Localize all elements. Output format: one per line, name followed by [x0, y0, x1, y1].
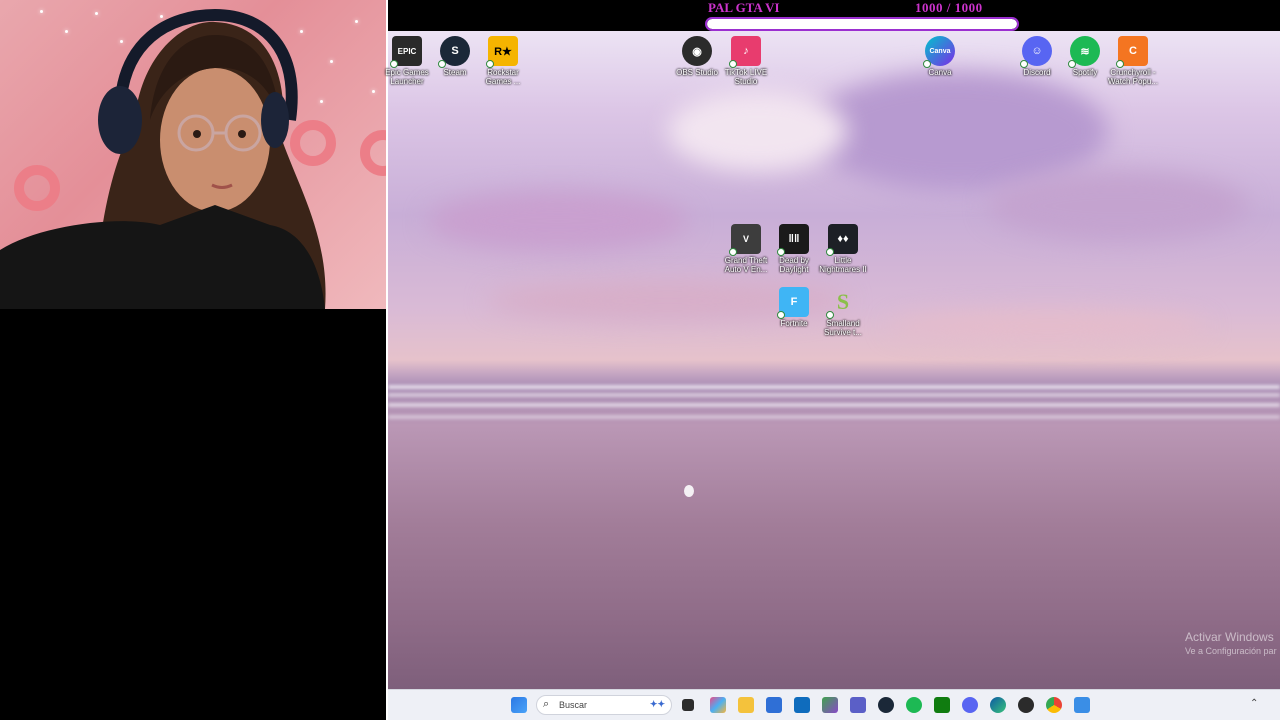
gta-v-icon: V	[729, 224, 761, 256]
spotify-taskbar-icon[interactable]	[906, 697, 922, 713]
desktop-icon-steam[interactable]: S Steam	[429, 36, 481, 77]
discord-taskbar-icon[interactable]	[962, 697, 978, 713]
steam-taskbar-icon[interactable]	[878, 697, 894, 713]
discord-icon: ☺	[1020, 36, 1052, 68]
taskbar: ⌕ Buscar ✦✦ ⌃	[388, 689, 1280, 720]
desktop-icon-crunchyroll[interactable]: C Crunchyroll - Watch Popu...	[1107, 36, 1159, 86]
task-view-icon[interactable]	[682, 699, 694, 711]
goal-title: PAL GTA VI	[708, 0, 780, 15]
spotify-icon: ≋	[1068, 36, 1100, 68]
goal-progress-fill	[707, 19, 1017, 29]
desktop-icon-smalland[interactable]: S Smalland Survive t...	[817, 287, 869, 337]
smalland-icon: S	[826, 287, 858, 319]
desktop-icon-rockstar[interactable]: R★ Rockstar Games ...	[477, 36, 529, 86]
teams-icon[interactable]	[850, 697, 866, 713]
copilot-icon[interactable]	[710, 697, 726, 713]
crunchyroll-icon: C	[1116, 36, 1148, 68]
chevron-up-icon[interactable]: ⌃	[1250, 698, 1258, 709]
outlook-icon[interactable]	[794, 697, 810, 713]
activate-windows-watermark: Activar Windows Ve a Configuración par	[1185, 630, 1277, 656]
webcam-overlay	[0, 0, 387, 309]
desktop-icon-gta[interactable]: V Grand Theft Auto V En...	[720, 224, 772, 274]
chrome-icon[interactable]	[1046, 697, 1062, 713]
desktop-icon-obs[interactable]: ◉ OBS Studio	[671, 36, 723, 77]
taskbar-search[interactable]: ⌕ Buscar ✦✦	[536, 695, 672, 715]
microsoft-store-icon[interactable]	[766, 697, 782, 713]
desktop-icon-canva[interactable]: Canva Canva	[914, 36, 966, 77]
desktop-icon-dbd[interactable]: ǁǁ Dead by Daylight	[768, 224, 820, 274]
dead-by-daylight-icon: ǁǁ	[777, 224, 809, 256]
obs-icon: ◉	[682, 36, 712, 66]
tiktok-icon: ♪	[729, 36, 761, 68]
app-icon[interactable]	[1074, 697, 1090, 713]
streamer-video	[0, 8, 326, 309]
obs-taskbar-icon[interactable]	[1018, 697, 1034, 713]
little-nightmares-icon: ♦♦	[826, 224, 858, 256]
desktop-icon-spotify[interactable]: ≋ Spotify	[1059, 36, 1111, 77]
windows-start-icon[interactable]	[511, 697, 527, 713]
search-icon: ⌕	[543, 698, 550, 710]
steam-icon: S	[438, 36, 470, 68]
canva-icon: Canva	[923, 36, 955, 68]
rockstar-icon: R★	[486, 36, 518, 68]
seagull	[684, 485, 694, 497]
file-explorer-icon[interactable]	[738, 697, 754, 713]
xbox-icon[interactable]	[934, 697, 950, 713]
desktop-icon-tiktok[interactable]: ♪ TikTok LIVE Studio	[720, 36, 772, 86]
goal-count: 1000 / 1000	[915, 0, 983, 15]
desktop-icon-epic[interactable]: EPIC Epic Games Launcher	[381, 36, 433, 86]
goal-progress	[705, 17, 1019, 31]
search-highlight-icon: ✦✦	[649, 699, 665, 709]
desktop-icon-fortnite[interactable]: F Fortnite	[768, 287, 820, 328]
edge-icon[interactable]	[990, 697, 1006, 713]
photos-icon[interactable]	[822, 697, 838, 713]
desktop-icon-discord[interactable]: ☺ Discord	[1011, 36, 1063, 77]
fortnite-icon: F	[777, 287, 809, 319]
empty-black-area	[0, 309, 388, 720]
desktop-wallpaper	[388, 31, 1280, 689]
desktop-icon-nightmares[interactable]: ♦♦ Little Nightmares II	[817, 224, 869, 274]
epic-games-icon: EPIC	[390, 36, 422, 68]
